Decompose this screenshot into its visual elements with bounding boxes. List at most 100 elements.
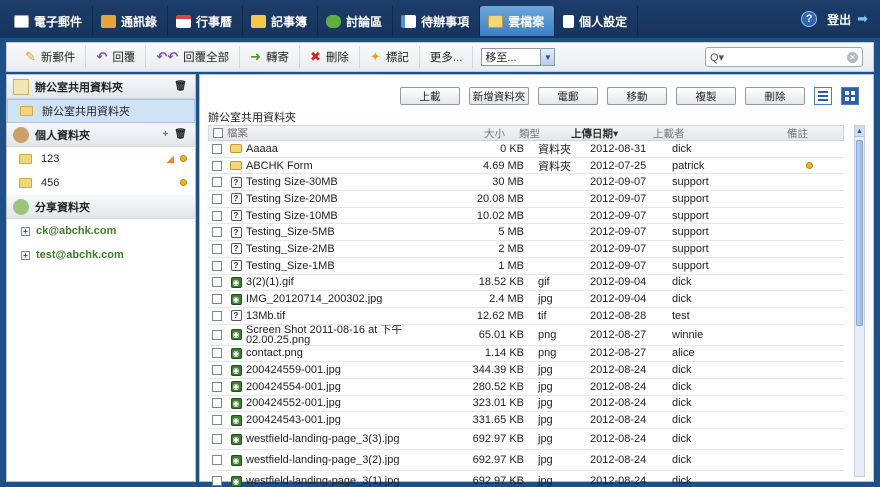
new-folder-button[interactable]: 新增資料夾 (469, 87, 529, 105)
table-row[interactable]: ? Testing_Size-2MB 2 MB 2012-09-07 support (208, 241, 844, 258)
expand-icon[interactable]: + (21, 250, 30, 260)
row-checkbox[interactable] (208, 160, 226, 171)
sidebar-item-456[interactable]: 456 (7, 171, 195, 195)
file-name[interactable]: 200424543-001.jpg (246, 415, 446, 425)
new-mail-button[interactable]: ✎ 新郵件 (15, 46, 87, 68)
row-checkbox[interactable] (208, 177, 226, 188)
file-name[interactable]: westfield-landing-page_3(1).jpg (246, 476, 446, 486)
file-name[interactable]: Testing_Size-2MB (246, 244, 446, 254)
file-name[interactable]: Testing Size-30MB (246, 177, 446, 187)
table-row[interactable]: ? Testing Size-10MB 10.02 MB 2012-09-07 supp… (208, 208, 844, 225)
file-name[interactable]: ABCHK Form (246, 161, 446, 171)
table-row[interactable]: ◉ westfield-landing-page_3(2).jpg 692.97 K… (208, 450, 844, 471)
row-checkbox[interactable] (208, 348, 226, 359)
row-checkbox[interactable] (208, 476, 226, 486)
table-row[interactable]: ◉ contact.png 1.14 KB png 2012-08-27 alice (208, 346, 844, 363)
help-icon[interactable]: ? (801, 11, 818, 27)
file-name[interactable]: Testing Size-10MB (246, 211, 446, 221)
row-checkbox[interactable] (208, 210, 226, 221)
row-checkbox[interactable] (208, 243, 226, 254)
trash-icon[interactable]: 🗑 (174, 81, 187, 92)
file-name[interactable]: 200424559-001.jpg (246, 365, 446, 375)
vertical-scrollbar[interactable]: ▲ (854, 125, 865, 477)
file-name[interactable]: Screen Shot 2011-08-16 at 下午 02.00.25.pn… (246, 325, 446, 345)
table-row[interactable]: ? 13Mb.tif 12.62 MB tif 2012-08-28 test (208, 308, 844, 325)
table-row[interactable]: ? Testing Size-20MB 20.08 MB 2012-09-07 supp… (208, 191, 844, 208)
tab-contacts[interactable]: 通訊錄 (93, 6, 169, 36)
row-checkbox[interactable] (208, 310, 226, 321)
table-row[interactable]: ? Testing Size-30MB 30 MB 2012-09-07 support (208, 174, 844, 192)
row-checkbox[interactable] (208, 227, 226, 238)
table-row[interactable]: ◉ Screen Shot 2011-08-16 at 下午 02.00.25.p… (208, 325, 844, 346)
scroll-up-icon[interactable]: ▲ (855, 126, 864, 137)
file-name[interactable]: Testing_Size-1MB (246, 261, 446, 271)
table-row[interactable]: ABCHK Form 4.69 MB 資料夾 2012-07-25 patrick (208, 158, 844, 175)
expand-icon[interactable]: + (21, 226, 30, 236)
file-name[interactable]: 200424554-001.jpg (246, 382, 446, 392)
row-checkbox[interactable] (208, 143, 226, 154)
column-name[interactable]: 檔案 (227, 128, 427, 138)
table-row[interactable]: Aaaaa 0 KB 資料夾 2012-08-31 dick (208, 141, 844, 158)
file-name[interactable]: Testing_Size-5MB (246, 227, 446, 237)
table-row[interactable]: ◉ westfield-landing-page_3(1).jpg 692.97 K… (208, 471, 844, 487)
move-button[interactable]: 移動 (607, 87, 667, 105)
table-row[interactable]: ◉ 200424543-001.jpg 331.65 KB jpg 2012-08-24… (208, 412, 844, 429)
file-name[interactable]: IMG_20120714_200302.jpg (246, 294, 446, 304)
file-name[interactable]: Testing Size-20MB (246, 194, 446, 204)
table-row[interactable]: ◉ 200424554-001.jpg 280.52 KB jpg 2012-08-24… (208, 379, 844, 396)
tab-notepad[interactable]: 記事簿 (243, 6, 319, 36)
table-row[interactable]: ◉ westfield-landing-page_3(3).jpg 692.97 K… (208, 429, 844, 450)
shared-user-test[interactable]: + test@abchk.com (7, 243, 195, 267)
column-type[interactable]: 類型 (519, 126, 571, 141)
row-checkbox[interactable] (208, 415, 226, 426)
row-checkbox[interactable] (208, 434, 226, 444)
tab-cloud-files[interactable]: 雲檔案 (480, 6, 556, 36)
file-name[interactable]: contact.png (246, 348, 446, 358)
reply-all-button[interactable]: ↶↶ 回覆全部 (146, 46, 241, 68)
file-name[interactable]: 13Mb.tif (246, 311, 446, 321)
row-checkbox[interactable] (208, 455, 226, 465)
clear-search-icon[interactable]: ✕ (847, 51, 858, 63)
sidebar-item-office-shared[interactable]: 辦公室共用資料夾 (7, 99, 195, 123)
file-name[interactable]: 3(2)(1).gif (246, 277, 446, 287)
tab-calendar[interactable]: 行事曆 (168, 6, 244, 36)
tab-forum[interactable]: 討論區 (318, 6, 394, 36)
scroll-thumb[interactable] (856, 140, 863, 326)
row-checkbox[interactable] (208, 294, 226, 305)
tab-todo[interactable]: 待辦事項 (393, 6, 481, 36)
file-name[interactable]: westfield-landing-page_3(3).jpg (246, 434, 446, 444)
table-row[interactable]: ? Testing_Size-5MB 5 MB 2012-09-07 support (208, 224, 844, 242)
shared-user-ck[interactable]: + ck@abchk.com (7, 219, 195, 243)
file-name[interactable]: westfield-landing-page_3(2).jpg (246, 455, 446, 465)
rss-icon[interactable]: ◢ (166, 154, 174, 165)
tab-settings[interactable]: 個人設定 (555, 6, 639, 36)
tab-mail[interactable]: 電子郵件 (0, 6, 94, 36)
reply-button[interactable]: ↶ 回覆 (86, 46, 147, 68)
table-row[interactable]: ◉ IMG_20120714_200302.jpg 2.4 MB jpg 2012-09… (208, 291, 844, 308)
table-row[interactable]: ? Testing_Size-1MB 1 MB 2012-09-07 support (208, 258, 844, 275)
select-all-checkbox[interactable] (209, 128, 227, 138)
table-row[interactable]: ◉ 200424552-001.jpg 323.01 KB jpg 2012-08-24… (208, 396, 844, 413)
trash-icon[interactable]: 🗑 (174, 129, 187, 140)
list-view-icon[interactable] (814, 87, 832, 105)
move-to-select[interactable]: 移至... ▼ (481, 48, 556, 66)
logout-button[interactable]: 登出 ➡ (827, 11, 868, 28)
sidebar-item-123[interactable]: 123 ◢ (7, 147, 195, 171)
table-row[interactable]: ◉ 200424559-001.jpg 344.39 KB jpg 2012-08-24… (208, 362, 844, 379)
column-date[interactable]: 上傳日期▾ (571, 126, 653, 141)
delete-button[interactable]: ✖ 刪除 (300, 46, 360, 68)
column-owner[interactable]: 上載者 (653, 126, 787, 141)
copy-button[interactable]: 複製 (676, 87, 736, 105)
search-input[interactable]: Q▾ ✕ (705, 47, 863, 67)
add-folder-icon[interactable]: + (162, 129, 168, 140)
more-button[interactable]: 更多... (420, 46, 474, 68)
delete-file-button[interactable]: 刪除 (745, 87, 805, 105)
upload-button[interactable]: 上載 (400, 87, 460, 105)
row-checkbox[interactable] (208, 193, 226, 204)
column-size[interactable]: 大小 (427, 126, 519, 141)
row-checkbox[interactable] (208, 277, 226, 288)
email-button[interactable]: 電郵 (538, 87, 598, 105)
grid-view-icon[interactable] (841, 87, 859, 105)
column-note[interactable]: 備註 (787, 126, 825, 141)
row-checkbox[interactable] (208, 260, 226, 271)
